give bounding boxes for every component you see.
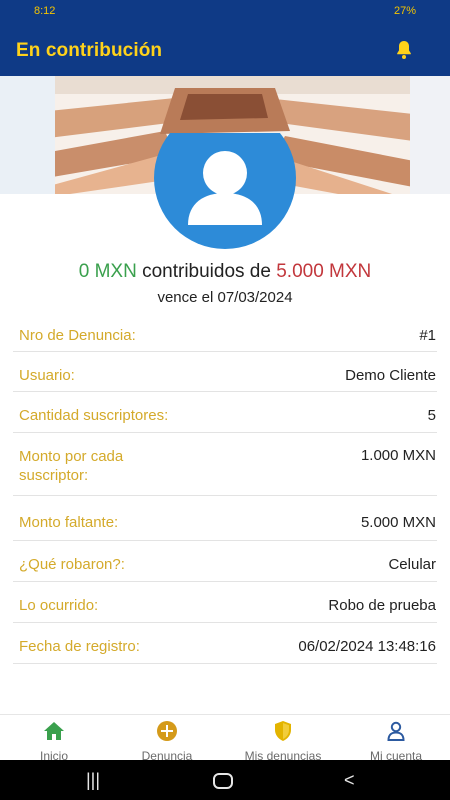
detail-label: Usuario: <box>19 367 75 384</box>
user-icon <box>387 721 405 741</box>
recent-apps-icon[interactable]: ||| <box>86 770 100 791</box>
detail-label: ¿Qué robaron?: <box>19 556 125 573</box>
detail-value: Celular <box>388 556 436 573</box>
system-navigation-bar: ||| < <box>0 760 450 800</box>
detail-row-amount-per-subscriber: Monto por cada suscriptor: 1.000 MXN <box>13 433 437 496</box>
detail-row-missing-amount: Monto faltante: 5.000 MXN <box>13 496 437 541</box>
nav-item-mis-denuncias[interactable]: Mis denuncias <box>233 719 333 763</box>
detail-value: Robo de prueba <box>328 597 436 614</box>
home-icon <box>44 722 64 740</box>
detail-row-report-number: Nro de Denuncia: #1 <box>13 318 437 352</box>
nav-item-denuncia[interactable]: Denuncia <box>117 719 217 763</box>
contributed-amount: 0 MXN <box>78 261 137 282</box>
contribution-middle-text: contribuidos de <box>142 261 271 282</box>
goal-amount: 5.000 MXN <box>276 261 372 282</box>
detail-label: Cantidad suscriptores: <box>19 407 169 424</box>
detail-label: Lo ocurrido: <box>19 597 99 614</box>
detail-value: Demo Cliente <box>345 367 436 384</box>
nav-item-inicio[interactable]: Inicio <box>4 719 104 763</box>
details-list: Nro de Denuncia: #1 Usuario: Demo Client… <box>13 318 437 664</box>
page-title: En contribución <box>16 40 163 61</box>
shield-icon <box>275 721 291 741</box>
status-time: 8:12 <box>34 5 56 17</box>
detail-label: Monto faltante: <box>19 514 119 531</box>
bell-icon[interactable] <box>392 38 416 62</box>
app-bar: En contribución <box>0 24 450 76</box>
detail-row-stolen-item: ¿Qué robaron?: Celular <box>13 541 437 582</box>
home-button-shape <box>213 773 233 789</box>
detail-value: 5.000 MXN <box>360 514 436 531</box>
bottom-navigation: Inicio Denuncia Mis denuncias Mi cuenta <box>0 714 450 763</box>
status-battery: 27% <box>393 5 416 17</box>
detail-row-subscribers: Cantidad suscriptores: 5 <box>13 392 437 433</box>
contribution-summary: 0 MXN contribuidos de 5.000 MXN <box>0 261 450 283</box>
detail-row-user: Usuario: Demo Cliente <box>13 352 437 392</box>
user-avatar <box>154 133 296 249</box>
detail-value: #1 <box>419 327 436 344</box>
detail-value: 5 <box>427 407 436 424</box>
detail-row-registration-date: Fecha de registro: 06/02/2024 13:48:16 <box>13 623 437 664</box>
add-circle-icon <box>157 721 177 741</box>
detail-label: Fecha de registro: <box>19 638 140 655</box>
detail-label: Nro de Denuncia: <box>19 327 136 344</box>
due-date: vence el 07/03/2024 <box>157 289 293 306</box>
detail-label: Monto por cada suscriptor: <box>19 448 124 484</box>
detail-row-what-happened: Lo ocurrido: Robo de prueba <box>13 582 437 623</box>
home-button-icon[interactable] <box>212 770 234 797</box>
status-bar: 8:12 27% <box>0 0 450 24</box>
back-icon[interactable]: < <box>344 770 355 791</box>
detail-value: 1.000 MXN <box>360 447 436 464</box>
detail-value: 06/02/2024 13:48:16 <box>298 638 436 655</box>
nav-item-mi-cuenta[interactable]: Mi cuenta <box>346 719 446 763</box>
